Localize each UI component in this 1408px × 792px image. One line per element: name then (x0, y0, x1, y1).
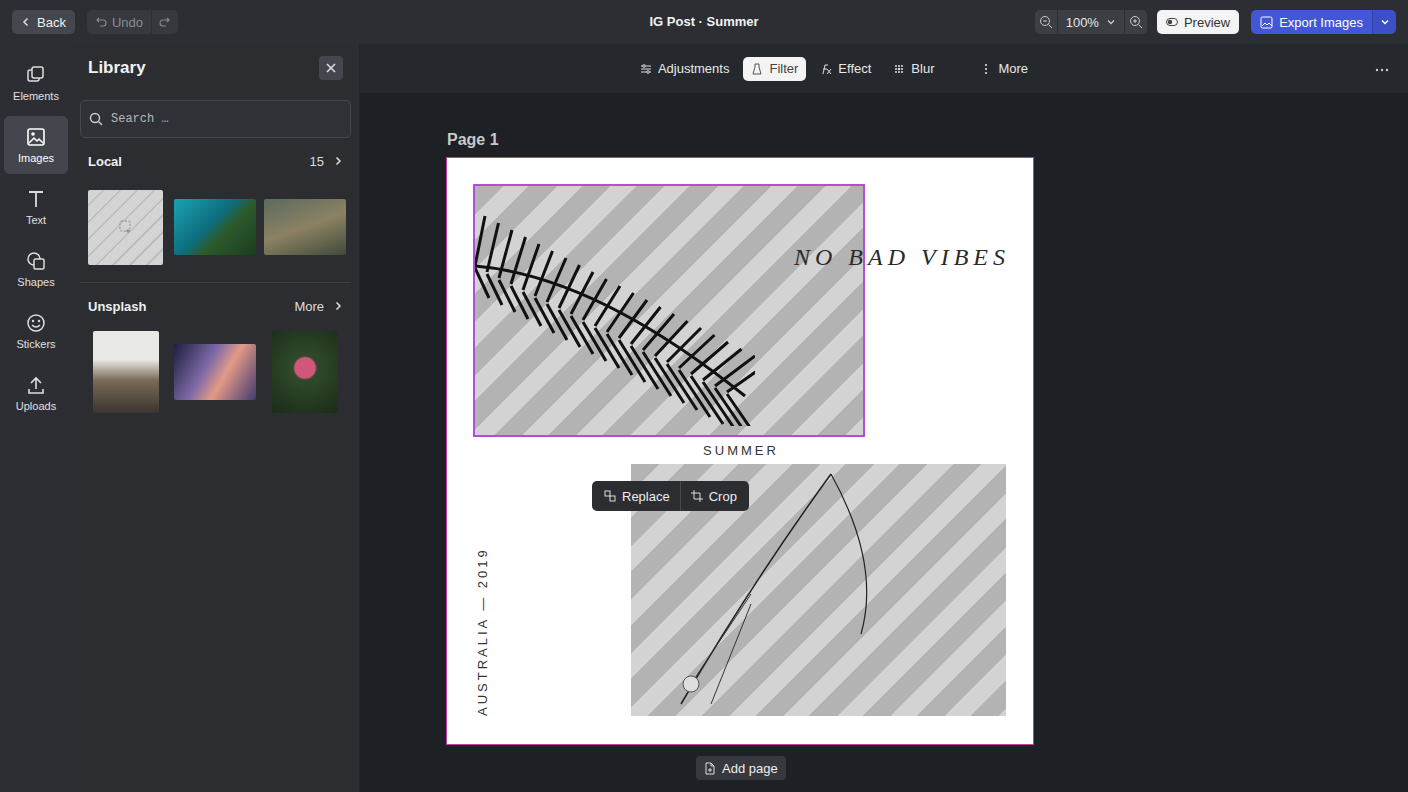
library-title: Library (88, 58, 146, 78)
rail-item[interactable]: Shapes (4, 240, 68, 298)
image-thumbnail[interactable] (174, 344, 256, 400)
stickers-icon (25, 312, 47, 334)
undo-group: Undo (87, 10, 178, 34)
add-page-icon (704, 762, 716, 775)
rail-item[interactable]: Elements (4, 54, 68, 112)
blur-icon (893, 63, 905, 75)
back-button[interactable]: Back (12, 10, 75, 34)
zoom-in-icon (1129, 15, 1143, 29)
toolbar-button[interactable]: Effect (812, 57, 879, 81)
library-section: Local 15 (80, 138, 351, 283)
side-rail: Elements Images Text Shapes Stickers Upl… (0, 44, 72, 792)
sliders-icon (640, 63, 652, 75)
document-title[interactable]: IG Post · Summer (649, 14, 758, 29)
image-thumbnail[interactable] (264, 199, 346, 255)
section-link[interactable]: More (294, 299, 343, 314)
vertical-text[interactable]: AUSTRALIA — 2019 (475, 547, 490, 716)
zoom-control: 100% (1035, 10, 1147, 34)
stage: Page 1 NO BAD VIBES SUMMER AUSTRALIA — 2… (360, 93, 1408, 792)
redo-icon (159, 17, 171, 27)
photo[interactable] (473, 184, 865, 437)
filter-icon (751, 63, 763, 75)
subtitle-text[interactable]: SUMMER (671, 443, 811, 458)
section-title: Local (88, 154, 122, 169)
shapes-icon (25, 250, 47, 272)
chevron-down-icon (1106, 17, 1116, 27)
library-panel: Library Search … Local 15 Unsplash More (72, 44, 360, 792)
close-button[interactable] (319, 56, 343, 80)
zoom-in-button[interactable] (1125, 10, 1147, 34)
text-icon (25, 188, 47, 210)
section-link[interactable]: 15 (310, 154, 343, 169)
popup-button[interactable]: Crop (680, 481, 747, 511)
headline-text[interactable]: NO BAD VIBES (794, 244, 1010, 271)
toolbar-button[interactable]: More (972, 57, 1036, 81)
editor: Back Undo IG Post · Summer 100% Preview … (0, 0, 1408, 792)
add-image-icon (119, 220, 133, 234)
image-thumbnail[interactable] (174, 199, 256, 255)
export-button[interactable]: Export Images (1251, 10, 1372, 34)
more-horizontal-icon (1374, 66, 1390, 74)
toolbar-button[interactable]: Blur (885, 57, 942, 81)
rail-item[interactable]: Stickers (4, 302, 68, 360)
toolbar-button[interactable]: Filter (743, 57, 806, 81)
toolbar-button[interactable]: Adjustments (632, 57, 738, 81)
rail-item[interactable]: Images (4, 116, 68, 174)
zoom-select[interactable]: 100% (1057, 10, 1125, 34)
search-icon (89, 112, 103, 126)
fx-icon (820, 63, 832, 75)
image-thumbnail[interactable] (88, 190, 163, 265)
image-popup: Replace Crop (592, 481, 749, 511)
zoom-out-button[interactable] (1035, 10, 1057, 34)
toggle-icon (1166, 18, 1178, 26)
preview-button[interactable]: Preview (1157, 10, 1239, 34)
image-thumbnail[interactable] (93, 331, 159, 413)
library-section: Unsplash More (80, 283, 351, 427)
close-icon (325, 62, 337, 74)
uploads-icon (25, 374, 47, 396)
undo-button[interactable]: Undo (87, 10, 151, 34)
rail-item[interactable]: Text (4, 178, 68, 236)
chevron-left-icon (21, 17, 31, 27)
overflow-menu-button[interactable] (1374, 62, 1390, 77)
top-bar: Back Undo IG Post · Summer 100% Preview … (0, 0, 1408, 44)
chevron-down-icon (1380, 17, 1390, 27)
undo-icon (95, 17, 107, 27)
redo-button[interactable] (151, 10, 178, 34)
add-page-button[interactable]: Add page (696, 756, 786, 780)
search-field[interactable]: Search … (80, 100, 351, 138)
chevron-right-icon (333, 301, 343, 311)
section-title: Unsplash (88, 299, 147, 314)
zoom-out-icon (1039, 15, 1053, 29)
elements-icon (25, 64, 47, 86)
page: NO BAD VIBES SUMMER AUSTRALIA — 2019 Rep… (447, 158, 1033, 744)
replace-icon (604, 490, 616, 502)
image-icon (1260, 16, 1273, 29)
export-dropdown-button[interactable] (1372, 10, 1396, 34)
images-icon (25, 126, 47, 148)
crop-icon (691, 490, 703, 502)
image-thumbnail[interactable] (272, 331, 338, 413)
canvas-area: Adjustments Filter Effect Blur More Page… (360, 44, 1408, 792)
more-vertical-icon (980, 63, 992, 75)
export-group: Export Images (1251, 10, 1396, 34)
rail-item[interactable]: Uploads (4, 364, 68, 422)
palm-leaf-icon (475, 206, 755, 426)
image-toolbar: Adjustments Filter Effect Blur More (360, 44, 1408, 93)
page-label: Page 1 (447, 131, 499, 149)
chevron-right-icon (333, 156, 343, 166)
popup-button[interactable]: Replace (594, 481, 680, 511)
